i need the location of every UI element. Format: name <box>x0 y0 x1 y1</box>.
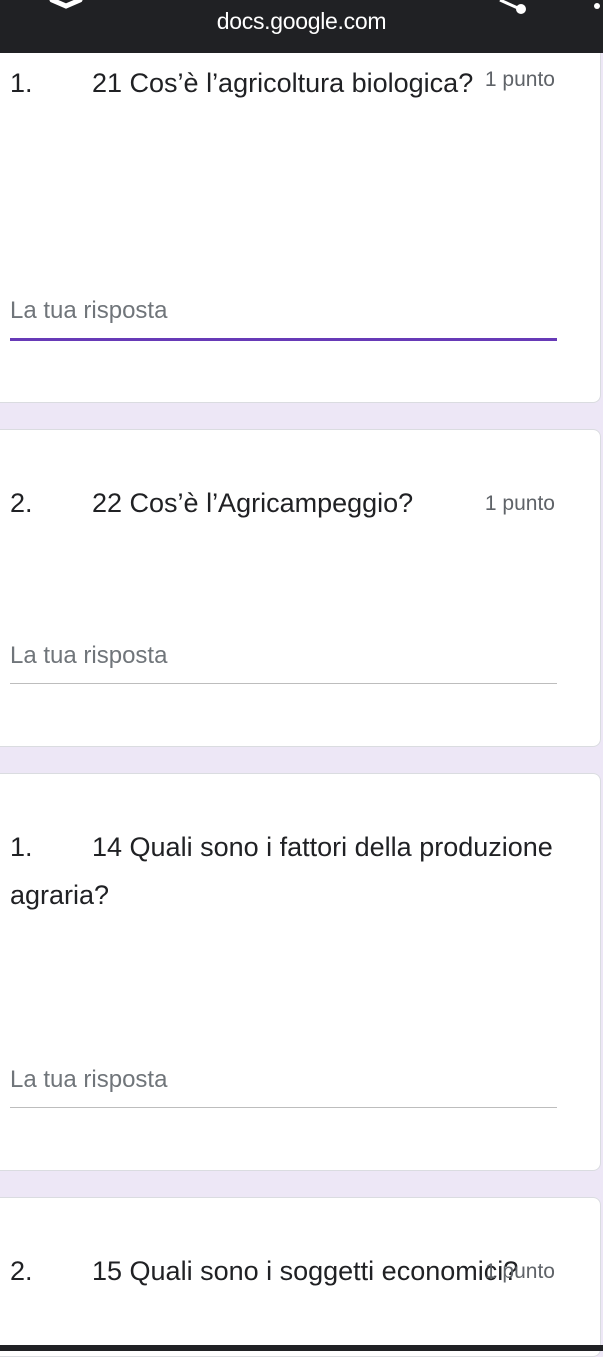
question-text: 22 Cos’è l’Agricampeggio? <box>92 488 414 518</box>
question-number: 2. <box>10 488 33 518</box>
browser-url[interactable]: docs.google.com <box>0 8 603 35</box>
question-text: 14 Quali sono i fattori della produzione… <box>10 832 553 910</box>
answer-placeholder: La tua risposta <box>10 1066 168 1093</box>
answer-placeholder: La tua risposta <box>10 297 168 324</box>
answer-underline-focused <box>10 338 557 341</box>
answer-field[interactable]: La tua risposta <box>10 1065 557 1108</box>
browser-top-bar: docs.google.com <box>0 0 603 53</box>
browser-bottom-bar <box>0 1345 603 1351</box>
question-points: 1 punto <box>484 492 555 515</box>
question-card-4: 2. 15 Quali sono i soggetti economici? 1 … <box>0 1197 601 1357</box>
answer-underline <box>10 683 557 684</box>
question-text: 15 Quali sono i soggetti economici? <box>92 1256 519 1286</box>
question-number: 2. <box>10 1256 33 1286</box>
question-card-3: 1. 14 Quali sono i fattori della produzio… <box>0 773 601 1171</box>
answer-underline <box>10 1107 557 1108</box>
answer-field[interactable]: La tua risposta <box>10 296 557 341</box>
question-card-2: 2. 22 Cos’è l’Agricampeggio? 1 punto La t… <box>0 429 601 747</box>
question-card-1: 1. 21 Cos’è l’agricoltura biologica? 1 pu… <box>0 53 601 403</box>
back-chevron-icon <box>49 0 83 9</box>
question-title: 1. 14 Quali sono i fattori della produzio… <box>10 823 570 919</box>
question-number: 1. <box>10 68 33 98</box>
question-number: 1. <box>10 832 33 862</box>
question-text: 21 Cos’è l’agricoltura biologica? <box>92 68 474 98</box>
question-points: 1 punto <box>484 68 555 91</box>
answer-field[interactable]: La tua risposta <box>10 641 557 684</box>
question-points: 1 punto <box>484 1260 555 1283</box>
answer-placeholder: La tua risposta <box>10 642 168 669</box>
